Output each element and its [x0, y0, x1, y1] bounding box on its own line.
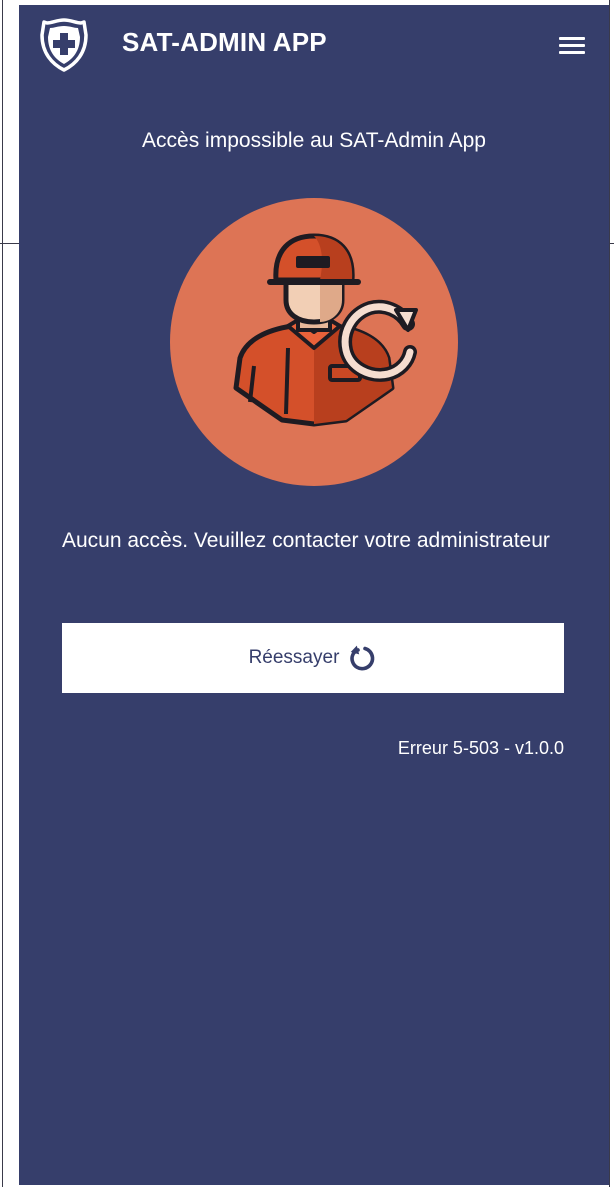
retry-button[interactable]: Réessayer [62, 623, 564, 693]
gutter-divider [0, 243, 19, 244]
error-code-version: Erreur 5-503 - v1.0.0 [397, 738, 564, 758]
page-subtitle: Accès impossible au SAT-Admin App [142, 129, 486, 152]
app-title: SAT-ADMIN APP [122, 27, 327, 57]
soldier-refresh-icon [170, 198, 458, 486]
edge-line [2, 0, 3, 1187]
refresh-icon [349, 644, 377, 672]
app-header: SAT-ADMIN APP [19, 5, 609, 85]
app-screen: SAT-ADMIN APP Accès impossible au SAT-Ad… [19, 5, 609, 1185]
screenshot-frame: SAT-ADMIN APP Accès impossible au SAT-Ad… [0, 0, 614, 1187]
gutter-divider [609, 243, 614, 244]
hamburger-menu-icon[interactable] [554, 31, 590, 61]
swiss-shield-icon [39, 17, 89, 73]
edge-line [609, 0, 610, 1187]
access-denied-message: Aucun accès. Veuillez contacter votre ad… [62, 529, 550, 552]
retry-button-label: Réessayer [248, 647, 340, 668]
